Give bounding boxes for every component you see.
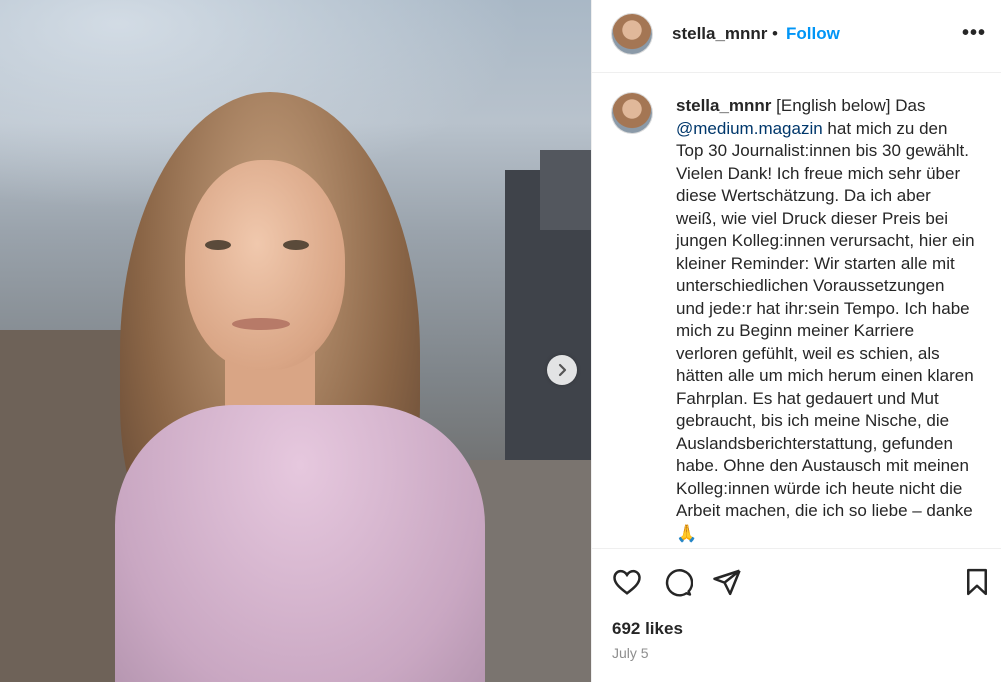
- post-date[interactable]: July 5: [612, 645, 649, 661]
- caption-area: stella_mnnr [English below] Das @medium.…: [592, 73, 1001, 548]
- likes-count[interactable]: 692 likes: [612, 619, 683, 639]
- comment-button[interactable]: [663, 567, 693, 597]
- post-side-panel: stella_mnnr • Follow ••• stella_mnnr [En…: [591, 0, 1001, 682]
- photo-face: [185, 160, 345, 370]
- bookmark-icon: [967, 568, 987, 596]
- photo-shirt: [115, 405, 485, 682]
- share-icon: [713, 569, 741, 596]
- comment-icon: [665, 569, 693, 597]
- like-button[interactable]: [612, 567, 642, 597]
- header-username[interactable]: stella_mnnr: [672, 24, 767, 44]
- share-button[interactable]: [712, 567, 742, 597]
- post-header: stella_mnnr • Follow •••: [592, 0, 1001, 73]
- photo-building: [540, 150, 591, 230]
- post-photo[interactable]: [0, 0, 591, 682]
- caption-part: [English below] Das: [771, 96, 926, 115]
- caption-part: hat mich zu den Top 30 Journalist:innen …: [676, 118, 975, 543]
- photo-building: [470, 460, 591, 682]
- header-separator: •: [772, 24, 778, 43]
- caption-mention-link[interactable]: @medium.magazin: [676, 119, 823, 138]
- chevron-right-icon: [558, 363, 567, 377]
- caption-text: stella_mnnr [English below] Das @medium.…: [676, 95, 976, 545]
- photo-building: [0, 330, 130, 682]
- next-image-button[interactable]: [547, 355, 577, 385]
- save-button[interactable]: [962, 567, 992, 597]
- more-options-icon[interactable]: •••: [962, 22, 986, 45]
- caption-username[interactable]: stella_mnnr: [676, 96, 771, 115]
- photo-lips: [232, 318, 290, 330]
- heart-icon: [613, 569, 641, 595]
- photo-eye: [205, 240, 231, 250]
- avatar[interactable]: [612, 93, 652, 133]
- follow-button[interactable]: Follow: [786, 24, 840, 44]
- photo-eye: [283, 240, 309, 250]
- action-bar: [592, 548, 1001, 619]
- avatar[interactable]: [612, 14, 652, 54]
